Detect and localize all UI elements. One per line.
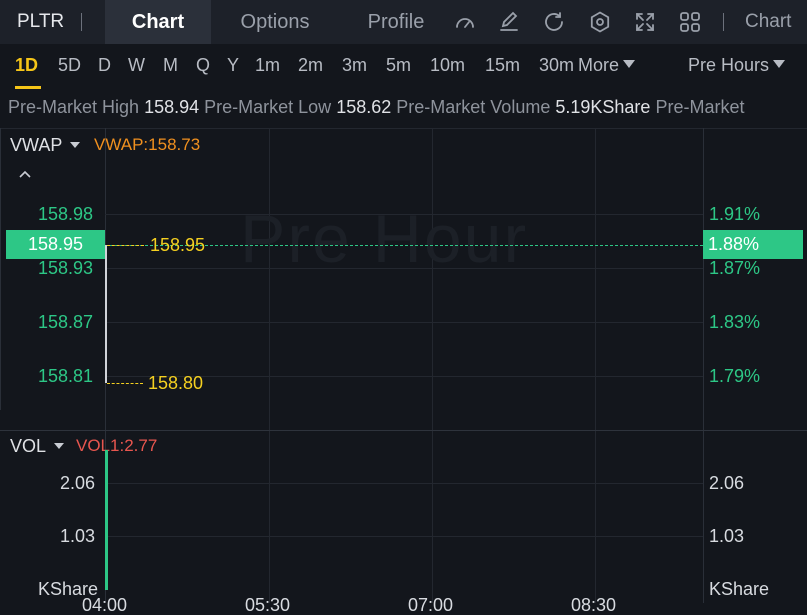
low-marker-line [107,383,143,384]
session-dropdown[interactable]: Pre Hours [688,55,786,76]
premarket-low-value: 158.62 [336,97,392,117]
period-q[interactable]: Q [196,55,210,76]
grid-line [105,483,703,484]
collapse-icon[interactable] [17,168,33,180]
active-period-underline [15,86,41,89]
price-axis-label: 158.98 [38,204,94,224]
vol-indicator-label: VOL [10,436,47,456]
current-price-badge: 158.95 [6,230,105,259]
volume-unit-label: KShare [709,579,770,599]
premarket-high-value: 158.94 [144,97,200,117]
vol-indicator-selector[interactable]: VOL [10,436,65,457]
tab-options[interactable]: Options [222,0,328,44]
volume-axis-label: 2.06 [60,473,96,493]
divider [81,13,82,31]
fullscreen-icon[interactable] [633,10,657,34]
period-d[interactable]: D [98,55,111,76]
ticker-symbol: PLTR [17,11,65,32]
more-label: More [578,55,620,75]
period-1m[interactable]: 1m [255,55,280,76]
panel-top-border [0,128,807,129]
period-y[interactable]: Y [227,55,239,76]
price-line [105,245,107,383]
period-5d[interactable]: 5D [58,55,81,76]
high-price-marker: 158.95 [150,235,206,255]
settings-icon[interactable] [588,10,612,34]
premarket-low-label: Pre-Market Low [204,97,332,117]
caret-down-icon [54,443,65,449]
price-axis-label: 158.93 [38,258,94,278]
premarket-volume-value: 5.19KShare [555,97,651,117]
top-bar: PLTR Chart Options Profile Chart [0,0,807,44]
period-2m[interactable]: 2m [298,55,323,76]
chevron-down-icon [773,60,786,68]
more-periods-dropdown[interactable]: More [578,55,636,76]
time-axis-label: 05:30 [245,595,291,615]
grid-icon[interactable] [678,10,702,34]
period-5m[interactable]: 5m [386,55,411,76]
vwap-indicator-selector[interactable]: VWAP [10,135,81,156]
session-label: Pre Hours [688,55,770,75]
period-15m[interactable]: 15m [485,55,520,76]
volume-axis-label: 2.06 [709,473,745,493]
premarket-volume-label: Pre-Market Volume [396,97,551,117]
refresh-icon[interactable] [542,10,566,34]
period-w[interactable]: W [128,55,145,76]
grid-line [105,322,703,323]
tab-profile[interactable]: Profile [350,0,442,44]
divider [723,13,724,31]
panel-divider [0,430,807,431]
premarket-high-label: Pre-Market High [8,97,140,117]
percent-axis-label: 1.79% [709,366,761,386]
chevron-down-icon [623,60,636,68]
edit-icon[interactable] [497,10,521,34]
percent-axis-label: 1.83% [709,312,761,332]
high-marker-line [107,245,144,246]
low-price-marker: 158.80 [148,373,204,393]
period-3m[interactable]: 3m [342,55,367,76]
percent-axis-label: 1.87% [709,258,761,278]
period-selector: 1D 5D D W M Q Y 1m 2m 3m 5m 10m 15m 30m … [0,44,807,90]
time-axis-label: 08:30 [571,595,617,615]
period-1d[interactable]: 1D [15,55,38,76]
chart-link[interactable]: Chart [745,11,791,33]
right-axis-border [703,128,704,603]
tab-chart[interactable]: Chart [105,0,211,44]
time-axis-label: 07:00 [408,595,454,615]
gauge-icon[interactable] [453,10,477,34]
volume-bar [105,450,108,590]
current-percent-badge: 1.88% [703,230,803,259]
period-10m[interactable]: 10m [430,55,465,76]
period-m[interactable]: M [163,55,178,76]
premarket-trailing-label: Pre-Market [655,97,745,117]
left-edge-border [0,128,1,410]
volume-axis-label: 1.03 [60,526,96,546]
vwap-value: VWAP:158.73 [94,135,201,154]
price-axis-label: 158.81 [38,366,94,386]
vwap-indicator-label: VWAP [10,135,63,155]
volume-axis-label: 1.03 [709,526,745,546]
vol-value: VOL1:2.77 [76,436,158,455]
caret-down-icon [70,142,81,148]
session-watermark: Pre Hour [240,201,529,277]
grid-line [105,536,703,537]
percent-axis-label: 1.91% [709,204,761,224]
premarket-info: Pre-Market High 158.94 Pre-Market Low 15… [8,97,744,118]
time-axis-label: 04:00 [82,595,128,615]
grid-line [595,128,596,603]
price-axis-label: 158.87 [38,312,94,332]
period-30m[interactable]: 30m [539,55,574,76]
